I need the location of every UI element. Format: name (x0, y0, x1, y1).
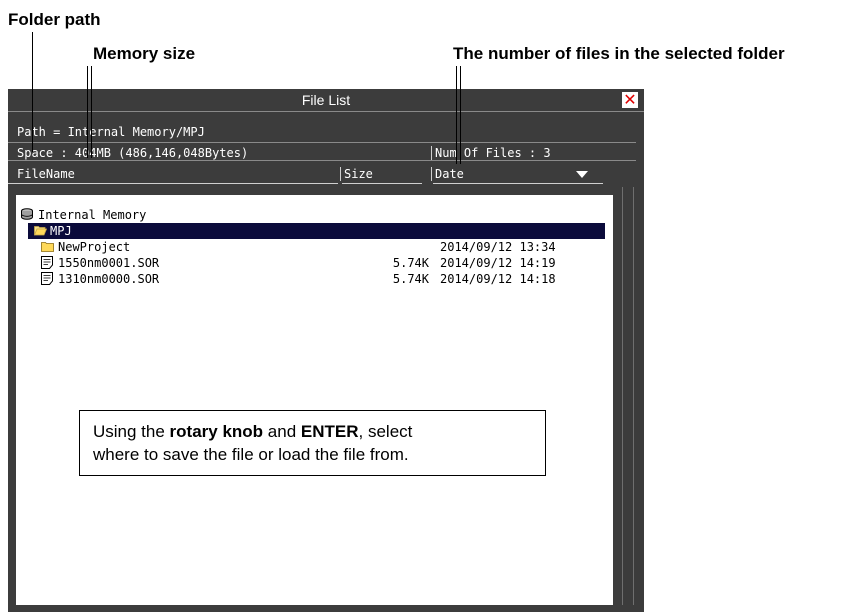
column-separator (431, 167, 432, 181)
path-label: Path = Internal Memory/MPJ (17, 125, 205, 139)
item-size: 5.74K (392, 256, 429, 270)
header-underline (8, 183, 338, 184)
note-line-1: Using the rotary knob and ENTER, select (93, 422, 413, 441)
title-divider (8, 111, 644, 112)
space-divider (8, 160, 636, 161)
item-size: 5.74K (392, 272, 429, 286)
header-underline (433, 183, 603, 184)
item-name: NewProject (58, 240, 131, 254)
item-date: 2014/09/12 14:18 (440, 272, 556, 286)
tree-root-label: Internal Memory (38, 208, 147, 222)
instruction-note: Using the rotary knob and ENTER, select … (79, 410, 546, 476)
leader-num-files (456, 66, 461, 164)
scrollbar[interactable] (622, 187, 634, 605)
num-files-separator (431, 146, 432, 160)
folder-icon (41, 241, 54, 255)
item-date: 2014/09/12 14:19 (440, 256, 556, 270)
drive-icon (20, 207, 34, 224)
leader-memory-size (87, 66, 92, 158)
item-name: 1310nm0000.SOR (58, 272, 160, 286)
item-date: 2014/09/12 13:34 (440, 240, 556, 254)
triangle-down-icon[interactable] (576, 171, 588, 178)
file-tree-pane[interactable]: Internal Memory MPJ NewProject 2014/09/1… (16, 195, 613, 605)
column-date[interactable]: Date (435, 167, 464, 181)
column-separator (340, 167, 341, 181)
tree-root-item[interactable]: Internal Memory (16, 207, 613, 223)
file-list-window: File List ✕ Path = Internal Memory/MPJ S… (8, 89, 644, 612)
item-name: 1550nm0001.SOR (58, 256, 160, 270)
file-icon (41, 272, 53, 288)
selected-folder-row[interactable]: MPJ (28, 223, 605, 239)
window-title: File List (301, 92, 351, 108)
path-divider (8, 142, 636, 143)
note-line-2: where to save the file or load the file … (93, 445, 409, 464)
list-item[interactable]: 1550nm0001.SOR 5.74K 2014/09/12 14:19 (16, 255, 613, 271)
callout-memory-size: Memory size (93, 44, 196, 63)
list-item[interactable]: 1310nm0000.SOR 5.74K 2014/09/12 14:18 (16, 271, 613, 287)
close-icon[interactable]: ✕ (622, 92, 638, 108)
callout-num-files: The number of files in the selected fold… (453, 44, 785, 63)
num-files-label: Num Of Files : 3 (435, 146, 551, 160)
selected-folder-label: MPJ (50, 224, 72, 238)
title-bar: File List ✕ (8, 89, 644, 111)
column-filename[interactable]: FileName (17, 167, 75, 181)
column-size[interactable]: Size (344, 167, 373, 181)
space-label: Space : 404MB (486,146,048Bytes) (17, 146, 249, 160)
header-underline (342, 183, 422, 184)
leader-folder-path (32, 32, 33, 152)
file-icon (41, 256, 53, 272)
list-item[interactable]: NewProject 2014/09/12 13:34 (16, 239, 613, 255)
folder-open-icon (33, 225, 48, 239)
callout-folder-path: Folder path (8, 10, 101, 29)
